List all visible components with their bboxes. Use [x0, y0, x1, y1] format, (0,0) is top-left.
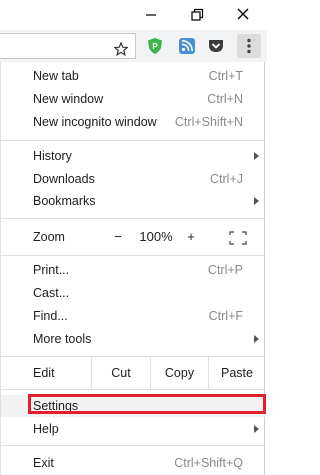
shortcut-text: Ctrl+J	[210, 172, 243, 186]
pocket-extension-icon[interactable]	[207, 37, 225, 55]
menu-item-label: New tab	[33, 69, 79, 83]
menu-divider	[1, 255, 265, 256]
settings-highlight-box	[28, 394, 266, 414]
menu-item-more-tools[interactable]: More tools	[1, 328, 266, 350]
cut-button[interactable]: Cut	[92, 357, 150, 389]
menu-item-history[interactable]: History	[1, 145, 266, 167]
menu-item-cast[interactable]: Cast...	[1, 282, 266, 304]
restore-icon	[191, 8, 204, 21]
shortcut-text: Ctrl+N	[207, 92, 243, 106]
chrome-main-menu: New tab Ctrl+T New window Ctrl+N New inc…	[0, 62, 266, 475]
edit-label: Edit	[33, 366, 55, 380]
paste-button[interactable]: Paste	[209, 357, 265, 389]
browser-toolbar: P	[0, 30, 267, 62]
rss-extension-icon[interactable]	[178, 37, 196, 55]
submenu-arrow-icon	[254, 425, 259, 433]
menu-item-print[interactable]: Print... Ctrl+P	[1, 259, 266, 281]
zoom-level-value: 100%	[139, 229, 173, 244]
minimize-button[interactable]	[136, 3, 166, 25]
zoom-label: Zoom	[33, 230, 65, 244]
close-window-button[interactable]	[228, 3, 258, 25]
menu-divider	[1, 389, 265, 390]
edit-row: Edit Cut Copy Paste	[1, 357, 265, 389]
menu-divider	[1, 140, 265, 141]
menu-item-bookmarks[interactable]: Bookmarks	[1, 190, 266, 212]
menu-item-label: Find...	[33, 309, 68, 323]
submenu-arrow-icon	[254, 152, 259, 160]
menu-item-label: Exit	[33, 456, 54, 470]
menu-item-new-window[interactable]: New window Ctrl+N	[1, 88, 266, 110]
title-bar	[0, 0, 267, 30]
menu-item-label: Help	[33, 422, 59, 436]
minimize-icon	[146, 14, 156, 16]
vertical-dots-icon	[247, 38, 251, 54]
menu-item-exit[interactable]: Exit Ctrl+Shift+Q	[1, 452, 266, 474]
restore-button[interactable]	[182, 3, 212, 25]
address-bar[interactable]	[0, 33, 136, 59]
menu-divider	[1, 218, 265, 219]
menu-item-label: Print...	[33, 263, 70, 277]
menu-item-new-tab[interactable]: New tab Ctrl+T	[1, 65, 266, 87]
close-icon	[237, 8, 249, 20]
submenu-arrow-icon	[254, 197, 259, 205]
shortcut-text: Ctrl+F	[208, 309, 243, 323]
menu-item-label: New window	[33, 92, 104, 106]
svg-text:P: P	[152, 42, 158, 51]
submenu-arrow-icon	[254, 335, 259, 343]
menu-item-label: History	[33, 149, 72, 163]
shortcut-text: Ctrl+Shift+N	[174, 115, 243, 129]
zoom-out-button[interactable]: −	[109, 226, 127, 248]
zoom-in-button[interactable]: +	[182, 226, 200, 248]
menu-item-label: New incognito window	[33, 115, 157, 129]
fullscreen-button[interactable]	[228, 230, 248, 246]
menu-item-label: Cast...	[33, 286, 70, 300]
menu-divider	[1, 445, 265, 446]
star-icon[interactable]	[114, 42, 128, 56]
shortcut-text: Ctrl+P	[207, 263, 243, 277]
menu-item-new-incognito-window[interactable]: New incognito window Ctrl+Shift+N	[1, 111, 266, 133]
shortcut-text: Ctrl+T	[208, 69, 243, 83]
menu-item-downloads[interactable]: Downloads Ctrl+J	[1, 168, 266, 190]
menu-item-help[interactable]: Help	[1, 418, 266, 440]
menu-item-find[interactable]: Find... Ctrl+F	[1, 305, 266, 327]
menu-item-label: Bookmarks	[33, 194, 96, 208]
menu-item-label: More tools	[33, 332, 92, 346]
menu-item-zoom: Zoom	[1, 226, 266, 248]
fullscreen-icon	[229, 231, 247, 245]
shield-extension-icon[interactable]: P	[146, 37, 164, 55]
copy-button[interactable]: Copy	[151, 357, 208, 389]
menu-item-label: Downloads	[33, 172, 95, 186]
menu-button[interactable]	[237, 34, 261, 58]
shortcut-text: Ctrl+Shift+Q	[174, 456, 243, 470]
